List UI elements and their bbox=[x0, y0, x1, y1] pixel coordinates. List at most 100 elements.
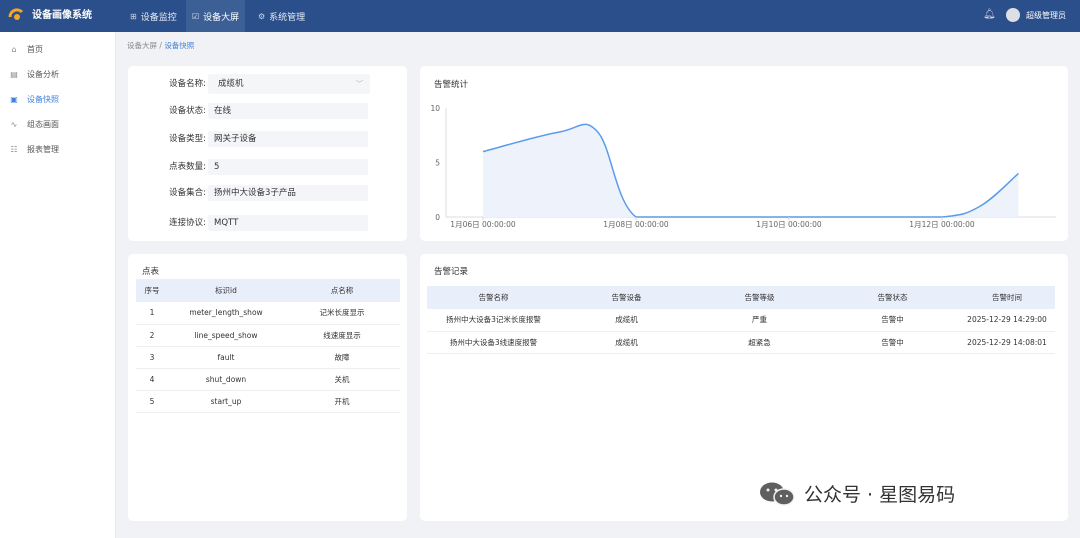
table-cell: 2025-12-29 14:29:00 bbox=[959, 309, 1055, 332]
records-header-row: 告警名称 告警设备 告警等级 告警状态 告警时间 bbox=[427, 286, 1055, 309]
table-cell: 关机 bbox=[284, 368, 400, 391]
info-row-point-count: 点表数量: 5 bbox=[128, 159, 407, 175]
info-row-protocol: 连接协议: MQTT bbox=[128, 215, 407, 231]
table-cell: 2025-12-29 14:08:01 bbox=[959, 331, 1055, 354]
table-row[interactable]: 2 line_speed_show 线速度显示 bbox=[136, 324, 400, 347]
avatar[interactable] bbox=[1006, 8, 1020, 22]
app-title: 设备画像系统 bbox=[32, 10, 92, 21]
table-row[interactable]: 扬州中大设备3记米长度报警 成缆机 严重 告警中 2025-12-29 14:2… bbox=[427, 309, 1055, 332]
table-row[interactable]: 3 fault 故障 bbox=[136, 346, 400, 369]
checkbox-icon: ☑ bbox=[192, 11, 200, 21]
sidebar-item-label: 设备快照 bbox=[27, 94, 59, 104]
table-cell: 成缆机 bbox=[560, 331, 693, 354]
nav-device-monitor[interactable]: ⊞ 设备监控 bbox=[124, 0, 183, 32]
user-name[interactable]: 超级管理员 bbox=[1026, 10, 1066, 21]
table-cell: 4 bbox=[136, 368, 168, 391]
series-area bbox=[483, 124, 1019, 217]
breadcrumb-sep: / bbox=[159, 41, 162, 50]
breadcrumb: 设备大屏 / 设备快照 bbox=[127, 40, 194, 51]
table-cell: 故障 bbox=[284, 346, 400, 369]
alarm-stats-card: 告警统计 0 5 10 1月06日 00:00:00 1月08日 00:00:00 1月1… bbox=[420, 66, 1068, 241]
table-cell: 告警中 bbox=[826, 331, 959, 354]
wechat-icon bbox=[760, 482, 795, 506]
table-row[interactable]: 5 start_up 开机 bbox=[136, 390, 400, 413]
y-tick-label: 0 bbox=[435, 213, 440, 222]
info-label: 设备集合: bbox=[169, 188, 206, 198]
camera-icon: ▣ bbox=[10, 94, 18, 104]
breadcrumb-current: 设备快照 bbox=[164, 41, 195, 50]
info-row-status: 设备状态: 在线 bbox=[128, 103, 407, 119]
col-header: 告警名称 bbox=[427, 286, 560, 309]
sidebar-item-home[interactable]: ⌂ 首页 bbox=[0, 39, 115, 59]
table-cell: meter_length_show bbox=[168, 302, 284, 325]
col-header: 告警等级 bbox=[693, 286, 826, 309]
gear-icon: ⚙ bbox=[258, 11, 266, 21]
device-info-card: 设备名称: 成缆机 ﹀ 设备状态: 在线 设备类型: 网关子设备 点表数量: 5… bbox=[128, 66, 407, 241]
table-row[interactable]: 1 meter_length_show 记米长度显示 bbox=[136, 302, 400, 325]
device-name-select[interactable]: 成缆机 ﹀ bbox=[208, 74, 370, 94]
points-card: 点表 序号 标识id 点名称 1 meter_length_show 记米长度显… bbox=[128, 254, 407, 521]
alarm-records-title: 告警记录 bbox=[434, 267, 469, 277]
table-icon: ☷ bbox=[10, 144, 18, 154]
col-header: 点名称 bbox=[284, 279, 400, 302]
table-cell: 超紧急 bbox=[693, 331, 826, 354]
table-cell: 成缆机 bbox=[560, 309, 693, 332]
sidebar-item-label: 首页 bbox=[27, 44, 43, 54]
table-cell: 2 bbox=[136, 324, 168, 347]
alarm-records-card: 告警记录 告警名称 告警设备 告警等级 告警状态 告警时间 扬州中大设备3记米长… bbox=[420, 254, 1068, 521]
alarm-stats-chart: 0 5 10 1月06日 00:00:00 1月08日 00:00:00 1月10日 00… bbox=[430, 104, 1056, 229]
device-name-value: 成缆机 bbox=[218, 79, 244, 89]
nav-device-screen[interactable]: ☑ 设备大屏 bbox=[186, 0, 246, 32]
x-tick-label: 1月08日 00:00:00 bbox=[603, 220, 669, 229]
x-tick-label: 1月10日 00:00:00 bbox=[756, 220, 822, 229]
watermark-text: 公众号 · 星图易码 bbox=[804, 484, 956, 506]
sidebar-item-snapshot[interactable]: ▣ 设备快照 bbox=[0, 89, 115, 109]
home-icon: ⌂ bbox=[11, 44, 17, 54]
sidebar-item-config[interactable]: ∿ 组态画面 bbox=[0, 114, 115, 134]
table-cell: 扬州中大设备3线速度报警 bbox=[427, 331, 560, 354]
points-title: 点表 bbox=[142, 267, 160, 277]
info-label: 设备类型: bbox=[169, 134, 206, 144]
info-label: 设备状态: bbox=[169, 106, 206, 116]
col-header: 标识id bbox=[168, 279, 284, 302]
table-cell: 记米长度显示 bbox=[284, 302, 400, 325]
nav-label: 系统管理 bbox=[269, 12, 306, 23]
sidebar-item-label: 设备分析 bbox=[27, 69, 59, 79]
info-value: 扬州中大设备3子产品 bbox=[208, 185, 368, 201]
table-cell: 3 bbox=[136, 346, 168, 369]
top-bar: 设备画像系统 ⊞ 设备监控 ☑ 设备大屏 ⚙ 系统管理 🔔︎ 超级管理员 bbox=[0, 0, 1080, 32]
x-tick-label: 1月12日 00:00:00 bbox=[909, 220, 975, 229]
wave-icon: ∿ bbox=[10, 119, 18, 129]
info-value: 网关子设备 bbox=[208, 131, 368, 147]
alarm-records-table: 告警名称 告警设备 告警等级 告警状态 告警时间 扬州中大设备3记米长度报警 成… bbox=[427, 286, 1055, 354]
breadcrumb-root[interactable]: 设备大屏 bbox=[127, 41, 157, 50]
sidebar-item-label: 组态画面 bbox=[27, 119, 59, 129]
bell-icon[interactable]: 🔔︎ bbox=[983, 9, 996, 20]
col-header: 告警时间 bbox=[959, 286, 1055, 309]
chevron-down-icon: ﹀ bbox=[356, 80, 363, 88]
info-value: 5 bbox=[208, 159, 368, 175]
table-cell: 扬州中大设备3记米长度报警 bbox=[427, 309, 560, 332]
info-row-name: 设备名称: 成缆机 ﹀ bbox=[128, 74, 407, 94]
col-header: 告警状态 bbox=[826, 286, 959, 309]
watermark: 公众号 · 星图易码 bbox=[758, 480, 955, 507]
nav-system-admin[interactable]: ⚙ 系统管理 bbox=[252, 0, 311, 32]
grid-icon: ⊞ bbox=[130, 11, 137, 21]
table-cell: 线速度显示 bbox=[284, 324, 400, 347]
sidebar-item-reports[interactable]: ☷ 报表管理 bbox=[0, 139, 115, 159]
table-cell: 严重 bbox=[693, 309, 826, 332]
table-cell: shut_down bbox=[168, 368, 284, 391]
table-cell: 告警中 bbox=[826, 309, 959, 332]
table-row[interactable]: 扬州中大设备3线速度报警 成缆机 超紧急 告警中 2025-12-29 14:0… bbox=[427, 331, 1055, 354]
y-tick-label: 5 bbox=[435, 159, 440, 168]
info-value: MQTT bbox=[208, 215, 368, 231]
table-cell: 开机 bbox=[284, 390, 400, 413]
info-label: 设备名称: bbox=[169, 79, 206, 89]
logo-icon bbox=[8, 8, 24, 20]
col-header: 告警设备 bbox=[560, 286, 693, 309]
table-row[interactable]: 4 shut_down 关机 bbox=[136, 368, 400, 391]
chart-icon: ▤ bbox=[10, 69, 18, 79]
table-cell: line_speed_show bbox=[168, 324, 284, 347]
sidebar-item-analysis[interactable]: ▤ 设备分析 bbox=[0, 64, 115, 84]
nav-label: 设备大屏 bbox=[203, 12, 240, 23]
